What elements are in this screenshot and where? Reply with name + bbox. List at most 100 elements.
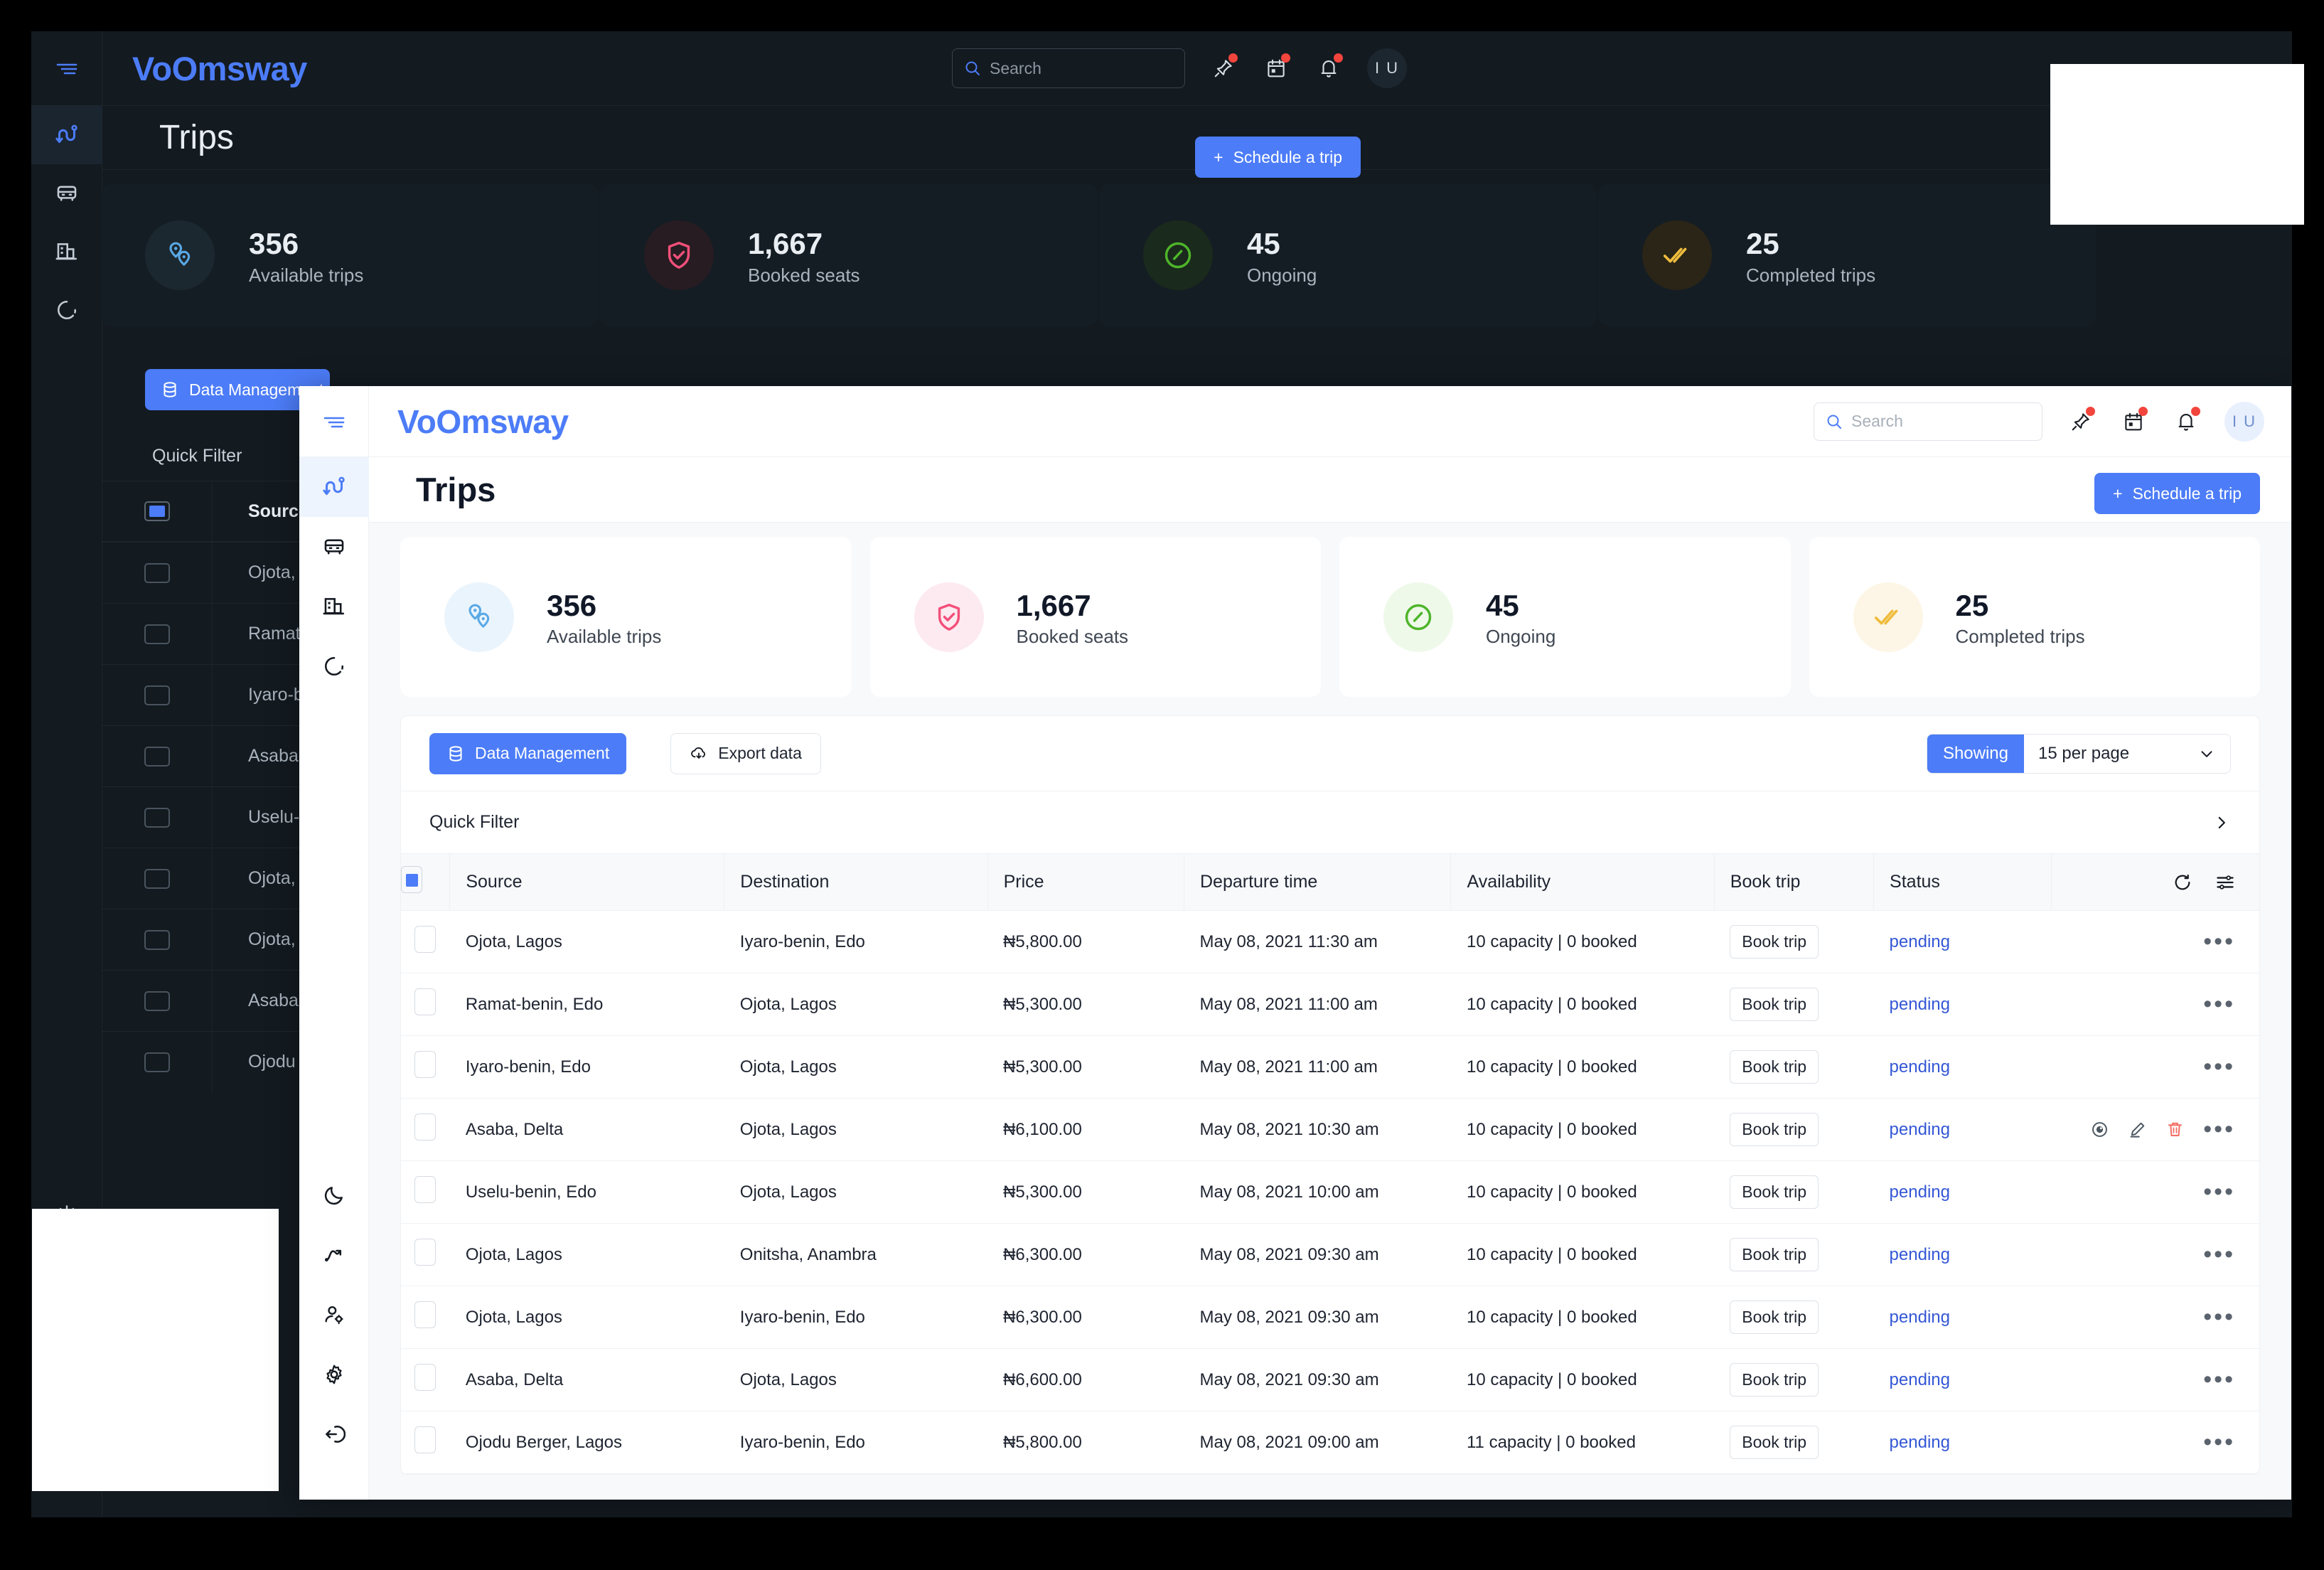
table-row[interactable]: Iyaro-benin, Edo Ojota, Lagos ₦5,300.00 … <box>401 1036 2259 1099</box>
row-checkbox[interactable] <box>401 1286 450 1349</box>
calendar-icon[interactable] <box>2119 407 2148 436</box>
sidebar-item-reports[interactable] <box>299 636 369 696</box>
status-badge[interactable]: pending <box>1890 1308 1950 1327</box>
select-all-checkbox[interactable] <box>102 481 213 542</box>
more-icon[interactable]: ••• <box>2203 1122 2235 1136</box>
book-trip-button[interactable]: Book trip <box>1730 1050 1819 1084</box>
bus-icon <box>322 535 346 559</box>
table-row[interactable]: Ojota, Lagos Onitsha, Anambra ₦6,300.00 … <box>401 1224 2259 1286</box>
pin-icon[interactable] <box>1209 54 1238 82</box>
delete-icon[interactable] <box>2165 1120 2185 1139</box>
search-placeholder: Search <box>990 59 1041 78</box>
book-trip-button[interactable]: Book trip <box>1730 1175 1819 1209</box>
sidebar-item-terminals[interactable] <box>31 223 102 281</box>
sidebar-item-trips[interactable] <box>31 106 102 164</box>
book-trip-button[interactable]: Book trip <box>1730 1113 1819 1146</box>
sidebar-item-reports[interactable] <box>31 281 102 339</box>
calendar-icon[interactable] <box>1262 54 1290 82</box>
row-checkbox[interactable] <box>401 1099 450 1161</box>
search-input[interactable]: Search <box>1814 402 2042 441</box>
status-badge[interactable]: pending <box>1890 932 1950 951</box>
book-trip-button[interactable]: Book trip <box>1730 1238 1819 1271</box>
sidebar-item-theme[interactable] <box>299 1165 369 1225</box>
status-badge[interactable]: pending <box>1890 1370 1950 1389</box>
search-input[interactable]: Search <box>952 48 1185 88</box>
column-header-book-trip[interactable]: Book trip <box>1714 854 1873 911</box>
column-header-destination[interactable]: Destination <box>724 854 987 911</box>
more-icon[interactable]: ••• <box>2203 997 2235 1011</box>
edit-icon[interactable] <box>2128 1120 2147 1139</box>
status-badge[interactable]: pending <box>1890 1120 1950 1139</box>
status-badge[interactable]: pending <box>1890 1433 1950 1452</box>
status-badge[interactable]: pending <box>1890 1245 1950 1264</box>
book-trip-button[interactable]: Book trip <box>1730 1301 1819 1334</box>
column-header-availability[interactable]: Availability <box>1451 854 1714 911</box>
more-icon[interactable]: ••• <box>2203 1059 2235 1074</box>
table-row[interactable]: Ojota, Lagos Iyaro-benin, Edo ₦5,800.00 … <box>401 911 2259 973</box>
sidebar-item-terminals[interactable] <box>299 577 369 636</box>
more-icon[interactable]: ••• <box>2203 1372 2235 1387</box>
table-row[interactable]: Ojodu Berger, Lagos Iyaro-benin, Edo ₦5,… <box>401 1411 2259 1474</box>
avatar[interactable]: I U <box>2224 402 2264 442</box>
pin-icon[interactable] <box>2067 407 2095 436</box>
sidebar-item-buses[interactable] <box>31 164 102 223</box>
more-icon[interactable]: ••• <box>2203 1247 2235 1261</box>
sidebar-item-settings[interactable] <box>299 1345 369 1404</box>
sidebar-item-buses[interactable] <box>299 517 369 577</box>
per-page-selector[interactable]: Showing 15 per page <box>1927 734 2231 774</box>
bell-icon[interactable] <box>2172 407 2200 436</box>
row-checkbox[interactable] <box>401 911 450 973</box>
row-checkbox[interactable] <box>401 1411 450 1474</box>
plus-icon: + <box>2113 484 2122 503</box>
row-checkbox[interactable] <box>401 1224 450 1286</box>
cell-actions: ••• <box>2052 1036 2259 1099</box>
plus-icon: + <box>1214 148 1223 167</box>
row-checkbox[interactable] <box>401 1349 450 1411</box>
refresh-icon[interactable] <box>2173 872 2192 892</box>
row-checkbox[interactable] <box>401 1161 450 1224</box>
sidebar-item-trips[interactable] <box>299 457 369 517</box>
sidebar-item-routes[interactable] <box>299 1225 369 1285</box>
book-trip-button[interactable]: Book trip <box>1730 925 1819 958</box>
book-trip-button[interactable]: Book trip <box>1730 1363 1819 1397</box>
quick-filter-row[interactable]: Quick Filter <box>401 791 2259 853</box>
sidebar-item-logout[interactable] <box>299 1404 369 1464</box>
status-badge[interactable]: pending <box>1890 1182 1950 1202</box>
more-icon[interactable]: ••• <box>2203 934 2235 949</box>
status-badge[interactable]: pending <box>1890 995 1950 1014</box>
brand-logo[interactable]: VoOmsway <box>397 402 569 441</box>
row-checkbox[interactable] <box>401 973 450 1036</box>
menu-toggle-button[interactable] <box>31 31 102 105</box>
more-icon[interactable]: ••• <box>2203 1185 2235 1199</box>
row-checkbox[interactable] <box>401 1036 450 1099</box>
per-page-value[interactable]: 15 per page <box>2024 735 2230 773</box>
status-badge[interactable]: pending <box>1890 1057 1950 1077</box>
column-header-price[interactable]: Price <box>987 854 1184 911</box>
data-management-button[interactable]: Data Management <box>429 733 626 774</box>
column-header-status[interactable]: Status <box>1874 854 2052 911</box>
table-row[interactable]: Asaba, Delta Ojota, Lagos ₦6,100.00 May … <box>401 1099 2259 1161</box>
select-all-checkbox[interactable] <box>401 854 450 911</box>
export-data-button[interactable]: Export data <box>670 733 821 774</box>
bell-icon[interactable] <box>1314 54 1343 82</box>
stat-card-completed-trips: 25 Completed trips <box>1598 184 2096 326</box>
list-settings-icon[interactable] <box>2215 872 2235 892</box>
avatar[interactable]: I U <box>1367 48 1407 88</box>
column-header-source[interactable]: Source <box>450 854 724 911</box>
book-trip-button[interactable]: Book trip <box>1730 1426 1819 1459</box>
table-row[interactable]: Ramat-benin, Edo Ojota, Lagos ₦5,300.00 … <box>401 973 2259 1036</box>
table-row[interactable]: Asaba, Delta Ojota, Lagos ₦6,600.00 May … <box>401 1349 2259 1411</box>
brand-logo[interactable]: VoOmsway <box>132 49 307 88</box>
table-row[interactable]: Uselu-benin, Edo Ojota, Lagos ₦5,300.00 … <box>401 1161 2259 1224</box>
column-header-departure-time[interactable]: Departure time <box>1184 854 1451 911</box>
cell-destination: Ojota, Lagos <box>724 1349 987 1411</box>
chevron-right-icon[interactable] <box>2212 813 2231 832</box>
eye-icon[interactable] <box>2090 1120 2109 1139</box>
more-icon[interactable]: ••• <box>2203 1310 2235 1324</box>
more-icon[interactable]: ••• <box>2203 1435 2235 1449</box>
menu-toggle-button[interactable] <box>299 386 369 456</box>
sidebar-item-user-settings[interactable] <box>299 1285 369 1345</box>
book-trip-button[interactable]: Book trip <box>1730 988 1819 1021</box>
table-row[interactable]: Ojota, Lagos Iyaro-benin, Edo ₦6,300.00 … <box>401 1286 2259 1349</box>
schedule-trip-button[interactable]: + Schedule a trip <box>2094 473 2260 514</box>
